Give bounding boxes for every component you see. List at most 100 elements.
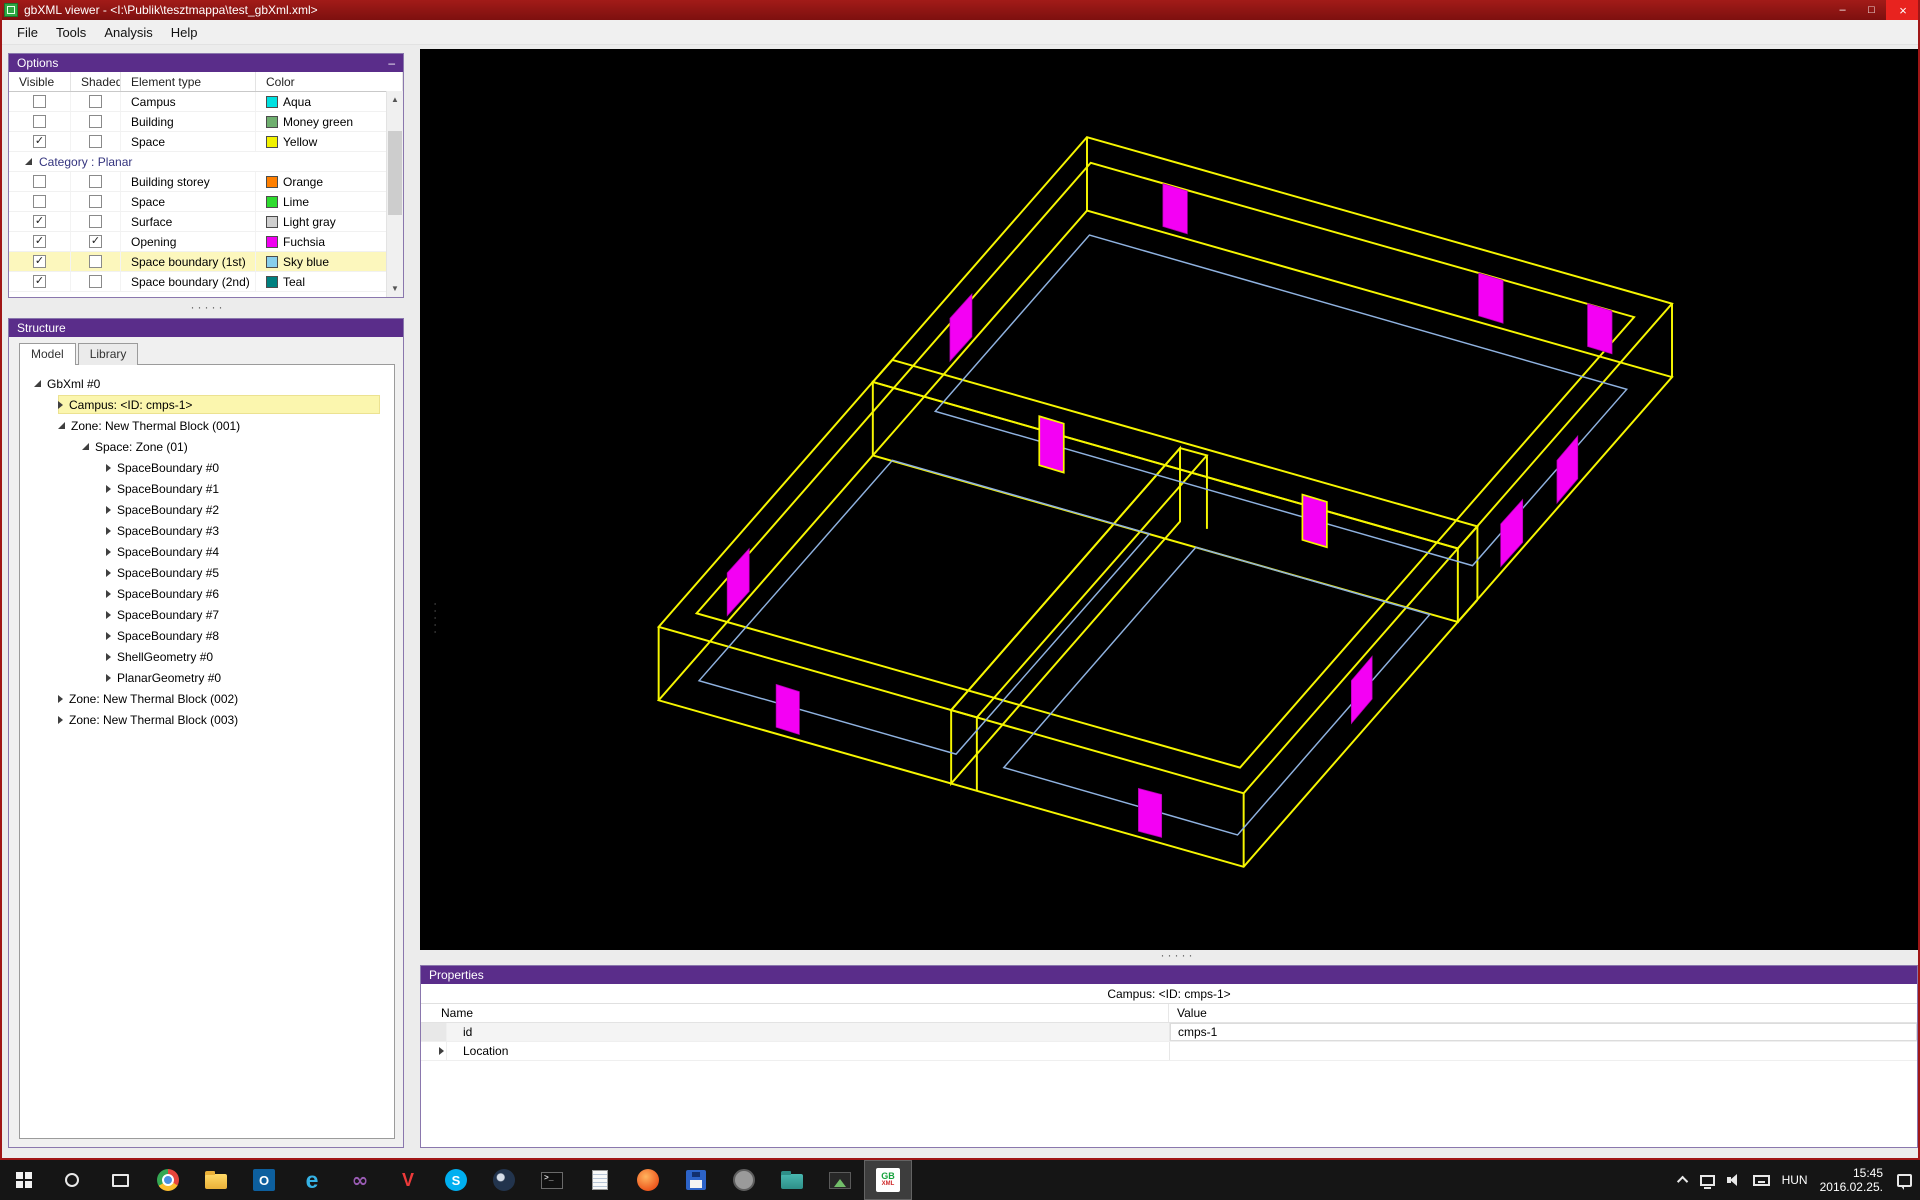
titlebar[interactable]: gbXML viewer - <I:\Publik\tesztmappa\tes… — [0, 0, 1920, 20]
options-collapse-button[interactable]: – — [388, 57, 395, 69]
shaded-checkbox[interactable] — [89, 215, 102, 228]
options-panel-header[interactable]: Options – — [9, 54, 403, 72]
options-row[interactable]: Space boundary (1st) Sky blue — [9, 252, 403, 272]
property-row-location[interactable]: Location — [421, 1042, 1917, 1061]
shaded-checkbox[interactable] — [89, 275, 102, 288]
color-swatch[interactable] — [266, 175, 278, 188]
tree-item-chip[interactable]: GbXml #0 — [34, 374, 380, 393]
visible-checkbox[interactable] — [33, 115, 46, 128]
tree-expand-icon[interactable] — [106, 610, 111, 619]
taskbar-icon-terminal[interactable] — [528, 1160, 576, 1200]
clock[interactable]: 15:45 2016.02.25. — [1820, 1166, 1883, 1194]
tree-collapse-icon[interactable] — [34, 380, 41, 387]
scroll-down-icon[interactable]: ▼ — [387, 280, 403, 297]
tree-item-chip[interactable]: Zone: New Thermal Block (003) — [58, 710, 380, 729]
minimize-button[interactable]: – — [1828, 0, 1857, 20]
tree-item[interactable]: SpaceBoundary #7 — [20, 604, 394, 625]
volume-icon[interactable] — [1726, 1173, 1741, 1187]
taskbar-icon-orange-app[interactable] — [624, 1160, 672, 1200]
structure-panel-header[interactable]: Structure — [9, 319, 403, 337]
tree-item[interactable]: Zone: New Thermal Block (002) — [20, 688, 394, 709]
tree-item-chip[interactable]: SpaceBoundary #0 — [106, 458, 380, 477]
tree-item[interactable]: PlanarGeometry #0 — [20, 667, 394, 688]
tree-expand-icon[interactable] — [106, 463, 111, 472]
touch-keyboard-icon[interactable] — [1752, 1174, 1770, 1186]
tree-item[interactable]: SpaceBoundary #1 — [20, 478, 394, 499]
tree-expand-icon[interactable] — [106, 484, 111, 493]
visible-checkbox[interactable] — [33, 135, 46, 148]
tree-item-chip[interactable]: ShellGeometry #0 — [106, 647, 380, 666]
tree-item-chip[interactable]: SpaceBoundary #8 — [106, 626, 380, 645]
network-icon[interactable] — [1699, 1174, 1715, 1189]
menu-tools[interactable]: Tools — [47, 22, 95, 43]
taskbar-icon-vivaldi[interactable] — [384, 1160, 432, 1200]
horizontal-splitter-right[interactable]: ····· — [1138, 949, 1218, 962]
shaded-checkbox[interactable] — [89, 195, 102, 208]
menu-help[interactable]: Help — [162, 22, 207, 43]
taskbar-icon-steam[interactable] — [480, 1160, 528, 1200]
shaded-checkbox[interactable] — [89, 175, 102, 188]
options-row[interactable]: Surface Light gray — [9, 212, 403, 232]
visible-checkbox[interactable] — [33, 175, 46, 188]
taskbar-icon-photos[interactable] — [816, 1160, 864, 1200]
options-category-row[interactable]: Category : Planar — [9, 152, 403, 172]
options-row[interactable]: Opening Fuchsia — [9, 232, 403, 252]
tab-model[interactable]: Model — [19, 343, 76, 366]
tree-item[interactable]: Space: Zone (01) — [20, 436, 394, 457]
taskbar-icon-save-tool[interactable] — [672, 1160, 720, 1200]
tree-item[interactable]: SpaceBoundary #2 — [20, 499, 394, 520]
shaded-checkbox[interactable] — [89, 255, 102, 268]
horizontal-splitter-left[interactable]: ····· — [168, 301, 248, 314]
shaded-checkbox[interactable] — [89, 235, 102, 248]
color-swatch[interactable] — [266, 215, 278, 228]
tree-item[interactable]: Zone: New Thermal Block (001) — [20, 415, 394, 436]
tree-item-chip[interactable]: SpaceBoundary #4 — [106, 542, 380, 561]
taskbar-icon-file-explorer[interactable] — [192, 1160, 240, 1200]
scrollbar-thumb[interactable] — [388, 131, 402, 215]
tree-expand-icon[interactable] — [106, 526, 111, 535]
property-expand-icon[interactable] — [439, 1047, 444, 1055]
tree-item[interactable]: Zone: New Thermal Block (003) — [20, 709, 394, 730]
language-indicator[interactable]: HUN — [1782, 1173, 1808, 1187]
options-row[interactable]: Building Money green — [9, 112, 403, 132]
color-swatch[interactable] — [266, 255, 278, 268]
taskbar-icon-visual-studio[interactable] — [336, 1160, 384, 1200]
tree-item-chip[interactable]: SpaceBoundary #1 — [106, 479, 380, 498]
menu-file[interactable]: File — [8, 22, 47, 43]
tree-item[interactable]: SpaceBoundary #0 — [20, 457, 394, 478]
color-swatch[interactable] — [266, 275, 278, 288]
tree-item[interactable]: ShellGeometry #0 — [20, 646, 394, 667]
properties-panel-header[interactable]: Properties — [421, 966, 1917, 984]
category-collapse-icon[interactable] — [25, 158, 32, 165]
tree-expand-icon[interactable] — [106, 505, 111, 514]
tree-item[interactable]: SpaceBoundary #4 — [20, 541, 394, 562]
taskbar-icon-chrome[interactable] — [144, 1160, 192, 1200]
tree-collapse-icon[interactable] — [58, 422, 65, 429]
tree-item-chip[interactable]: Space: Zone (01) — [82, 437, 380, 456]
tree-item[interactable]: SpaceBoundary #6 — [20, 583, 394, 604]
tab-library[interactable]: Library — [77, 343, 139, 365]
options-row[interactable]: Building storey Orange — [9, 172, 403, 192]
color-swatch[interactable] — [266, 195, 278, 208]
color-swatch[interactable] — [266, 115, 278, 128]
shaded-checkbox[interactable] — [89, 115, 102, 128]
tree-expand-icon[interactable] — [106, 568, 111, 577]
visible-checkbox[interactable] — [33, 195, 46, 208]
tree-item[interactable]: GbXml #0 — [20, 373, 394, 394]
tree-item-chip[interactable]: SpaceBoundary #3 — [106, 521, 380, 540]
start-button[interactable] — [0, 1160, 48, 1200]
tree-item-chip[interactable]: SpaceBoundary #7 — [106, 605, 380, 624]
action-center-icon[interactable] — [1897, 1173, 1912, 1190]
tree-expand-icon[interactable] — [58, 715, 63, 724]
taskbar-icon-notepad[interactable] — [576, 1160, 624, 1200]
visible-checkbox[interactable] — [33, 215, 46, 228]
taskbar-icon-folder-app[interactable] — [768, 1160, 816, 1200]
options-row[interactable]: Campus Aqua — [9, 92, 403, 112]
close-button[interactable]: × — [1886, 0, 1920, 20]
menu-analysis[interactable]: Analysis — [95, 22, 161, 43]
options-row[interactable]: Space Lime — [9, 192, 403, 212]
tree-item[interactable]: SpaceBoundary #5 — [20, 562, 394, 583]
taskbar-icon-search[interactable] — [48, 1160, 96, 1200]
shaded-checkbox[interactable] — [89, 135, 102, 148]
options-row[interactable]: Space Yellow — [9, 132, 403, 152]
